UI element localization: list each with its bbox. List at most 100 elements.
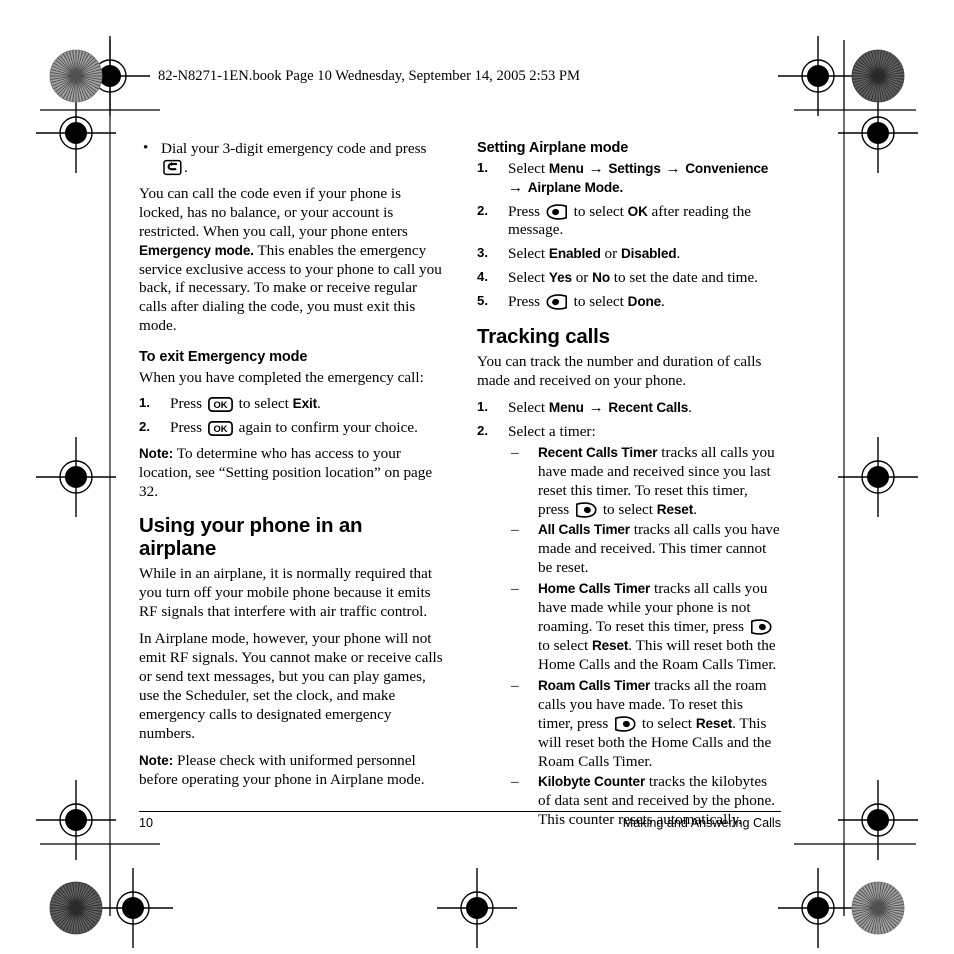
step-number: 3.	[477, 245, 488, 261]
timer-type-list: – Recent Calls Timer tracks all calls you…	[508, 444, 781, 830]
book-header-line: 82-N8271-1EN.book Page 10 Wednesday, Sep…	[158, 68, 580, 84]
heading-tracking-calls: Tracking calls	[477, 325, 610, 349]
step-content: Select Yes or No to set the date and tim…	[508, 269, 759, 287]
list-item: – Recent Calls Timer tracks all calls you…	[508, 444, 781, 520]
timer-name: Recent Calls Timer	[538, 444, 658, 460]
starburst-density-patch-top-right	[851, 49, 905, 103]
bold-term: Settings	[608, 160, 661, 176]
dash-bullet-icon: –	[511, 521, 519, 539]
list-item: 4. Select Yes or No to set the date and t…	[477, 269, 781, 288]
softkey-left-icon	[546, 294, 568, 310]
bold-term: Recent Calls	[608, 399, 689, 415]
airplane-paragraph-2: In Airplane mode, however, your phone wi…	[139, 630, 443, 742]
registration-target-upper-left	[35, 92, 117, 174]
tracking-calls-steps: 1. Select Menu → Recent Calls. 2. Select a…	[477, 399, 781, 830]
bold-term: Enabled	[548, 246, 601, 262]
step-content: Press to select OK after reading the mes…	[508, 202, 752, 239]
note-label: Note:	[139, 752, 174, 768]
softkey-left-icon	[546, 203, 568, 220]
dash-bullet-icon: –	[511, 443, 519, 461]
softkey-right-icon	[614, 715, 636, 732]
arrow-separator-icon: →	[584, 399, 608, 416]
timer-name: Roam Calls Timer	[538, 677, 651, 693]
step-number: 5.	[477, 293, 488, 309]
setting-airplane-mode-steps: 1. Select Menu → Settings → Convenience →…	[477, 160, 781, 312]
page-footer: 10 Making and Answering Calls	[139, 811, 781, 830]
step-number: 1.	[477, 398, 488, 414]
registration-target-mid-left	[35, 436, 117, 518]
step-number: 4.	[477, 269, 488, 285]
note-label: Note:	[139, 445, 174, 461]
bold-term: OK	[627, 203, 648, 219]
exit-intro-text: When you have completed the emergency ca…	[139, 368, 424, 386]
list-item: 2. Select a timer: – Recent Calls Timer tr…	[477, 423, 781, 830]
footer-section-title: Making and Answering Calls	[622, 816, 781, 830]
list-item: 2. Press OK again to confirm your choice.	[139, 419, 443, 438]
step-text-middle: to select	[238, 394, 293, 412]
note-position-location: Note: To determine who has access to you…	[139, 445, 443, 502]
bold-term: Yes	[548, 270, 572, 286]
step-content: Select Enabled or Disabled.	[508, 245, 681, 263]
step-number: 1.	[139, 394, 150, 410]
emergency-dial-bullet-list: • Dial your 3-digit emergency code and p…	[139, 140, 443, 178]
bold-term: No	[592, 270, 610, 286]
registration-target-lower-left	[35, 779, 117, 861]
emergency-mode-term: Emergency mode.	[139, 242, 254, 258]
step-text-before: Press	[170, 394, 203, 412]
bold-term: Reset	[591, 637, 629, 653]
step-number: 2.	[477, 202, 488, 218]
registration-target-upper-right	[837, 92, 919, 174]
arrow-separator-icon: →	[584, 160, 608, 177]
heading-exit-emergency-mode: To exit Emergency mode	[139, 349, 308, 366]
emergency-mode-paragraph: You can call the code even if your phone…	[139, 185, 443, 336]
step-text-middle: again to confirm your choice.	[238, 418, 418, 436]
step-text-before: Press	[170, 418, 203, 436]
bold-term: Reset	[656, 501, 694, 517]
right-column: Setting Airplane mode 1. Select Menu → Se…	[477, 140, 781, 837]
footer-page-number: 10	[139, 816, 154, 830]
softkey-right-icon	[750, 619, 772, 635]
step-content: Select Menu → Settings → Convenience → A…	[508, 159, 769, 196]
list-item: 1. Select Menu → Recent Calls.	[477, 399, 781, 418]
list-item: – Roam Calls Timer tracks all the roam ca…	[508, 677, 781, 772]
dash-bullet-icon: –	[511, 676, 519, 694]
ok-key-icon: OK	[207, 420, 233, 436]
list-item: 2. Press to select OK after reading the m…	[477, 203, 781, 241]
svg-text:OK: OK	[213, 423, 227, 434]
arrow-separator-icon: →	[661, 160, 685, 177]
step-text-after: .	[317, 394, 321, 412]
list-item: 3. Select Enabled or Disabled.	[477, 245, 781, 264]
starburst-density-patch-bottom-right	[851, 881, 905, 935]
list-item: • Dial your 3-digit emergency code and p…	[139, 140, 443, 178]
timer-name: Kilobyte Counter	[538, 774, 646, 790]
list-item: 1. Select Menu → Settings → Convenience →…	[477, 160, 781, 198]
bold-term: Done	[627, 294, 662, 310]
bold-term: Menu	[548, 160, 584, 176]
dash-bullet-icon: –	[511, 773, 519, 791]
footer-divider	[139, 811, 781, 812]
list-item: – All Calls Timer tracks all calls you ha…	[508, 521, 781, 578]
send-key-icon	[163, 159, 182, 176]
heading-using-phone-airplane: Using your phone in an airplane	[139, 514, 363, 561]
two-column-layout: • Dial your 3-digit emergency code and p…	[139, 140, 781, 837]
softkey-right-icon	[575, 501, 597, 518]
dash-bullet-icon: –	[511, 580, 519, 598]
emergency-dial-text: Dial your 3-digit emergency code and pre…	[161, 140, 427, 157]
starburst-density-patch-bottom-left	[49, 881, 103, 935]
left-column: • Dial your 3-digit emergency code and p…	[139, 140, 443, 837]
list-item: 5. Press to select Done.	[477, 293, 781, 312]
airplane-paragraph-1: While in an airplane, it is normally req…	[139, 565, 433, 621]
step-text: Select a timer:	[508, 422, 596, 440]
note-text: Please check with uniformed personnel be…	[139, 751, 425, 788]
tracking-intro-paragraph: You can track the number and duration of…	[477, 353, 762, 389]
page-content: • Dial your 3-digit emergency code and p…	[139, 118, 781, 830]
bullet-point-icon: •	[143, 140, 149, 156]
registration-target-top-left	[69, 35, 151, 117]
registration-target-mid-right	[837, 436, 919, 518]
ok-key-icon: OK	[207, 396, 233, 412]
list-item: 1. Press OK to select Exit.	[139, 395, 443, 414]
exit-emergency-steps: 1. Press OK to select Exit. 2. Press OK ag…	[139, 395, 443, 438]
emergency-text-part1: You can call the code even if your phone…	[139, 184, 408, 240]
step-number: 2.	[139, 418, 150, 434]
step-content: Select Menu → Recent Calls.	[508, 398, 692, 416]
